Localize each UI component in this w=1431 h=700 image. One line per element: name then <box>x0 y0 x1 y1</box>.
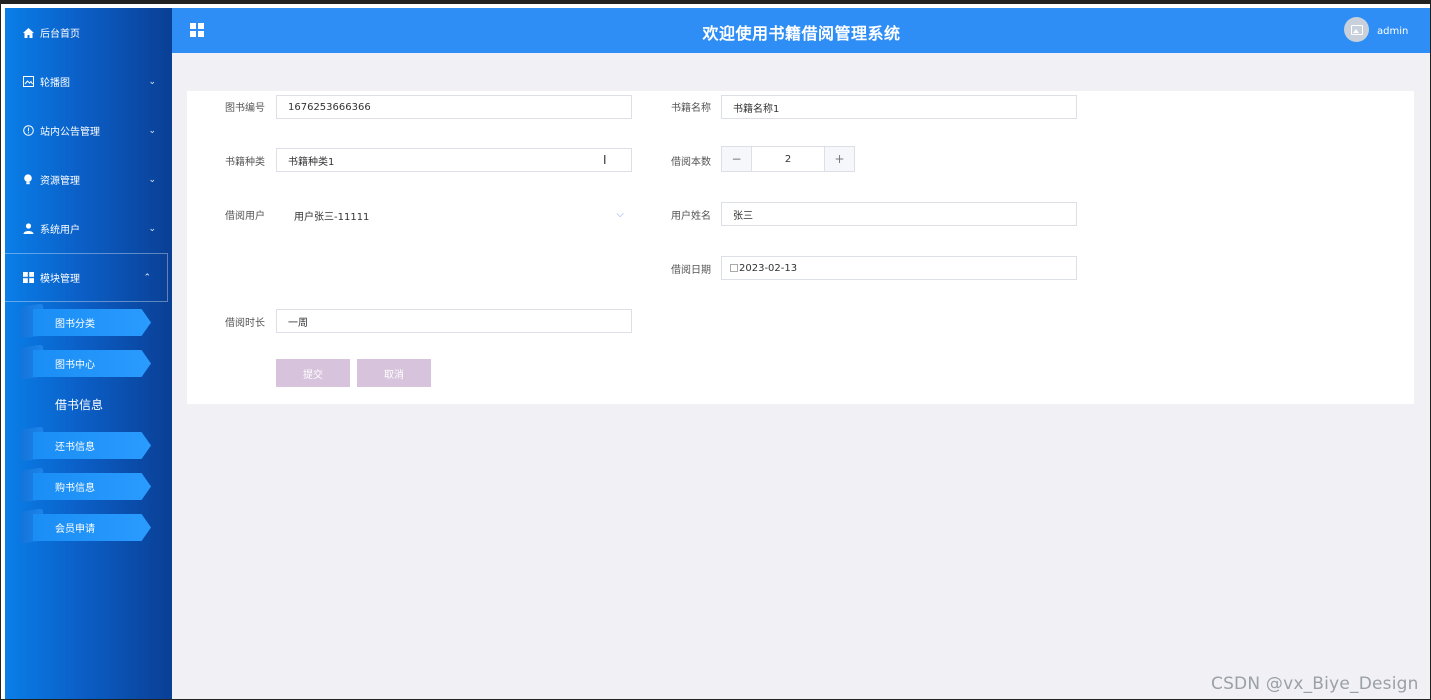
avatar[interactable] <box>1344 17 1369 42</box>
watermark: CSDN @vx_Biye_Design <box>1211 674 1419 694</box>
submenu-item-return-info[interactable]: 还书信息 <box>5 425 172 466</box>
sidebar-item-users[interactable]: 系统用户 ⌄ <box>5 204 172 253</box>
label-borrow-count: 借阅本数 <box>671 157 711 168</box>
sidebar-submenu: 图书分类 图书中心 借书信息 还书信息 购书信息 会员申请 <box>5 302 172 548</box>
sidebar-item-notice[interactable]: 站内公告管理 ⌄ <box>5 106 172 155</box>
chevron-down-icon: ⌵ <box>616 209 624 220</box>
sidebar-item-label: 轮播图 <box>40 78 70 89</box>
user-icon <box>21 222 35 236</box>
decrement-button[interactable]: − <box>722 147 752 171</box>
grid-icon <box>21 271 35 285</box>
increment-button[interactable]: + <box>824 147 854 171</box>
sidebar-item-home[interactable]: 后台首页 <box>5 8 172 57</box>
sidebar: 后台首页 轮播图 ⌄ 站内公告管理 ⌄ 资源管理 ⌄ 系统用户 ⌄ 模块管理 ⌃… <box>5 8 172 699</box>
borrow-duration-input[interactable]: 一周 <box>276 309 632 333</box>
borrow-user-selected: 用户张三-11111 <box>294 211 370 223</box>
app-frame: 后台首页 轮播图 ⌄ 站内公告管理 ⌄ 资源管理 ⌄ 系统用户 ⌄ 模块管理 ⌃… <box>0 0 1431 700</box>
image-placeholder-icon <box>1350 24 1363 35</box>
borrow-date-value: 2023-02-13 <box>739 262 798 274</box>
image-icon <box>21 75 35 89</box>
sidebar-item-label: 后台首页 <box>40 29 80 40</box>
top-header: 欢迎使用书籍借阅管理系统 admin <box>172 8 1430 53</box>
sidebar-item-carousel[interactable]: 轮播图 ⌄ <box>5 57 172 106</box>
label-borrow-date: 借阅日期 <box>671 265 711 276</box>
borrow-date-input[interactable]: 2023-02-13 <box>721 256 1077 280</box>
main-content: 图书编号 1676253666366 书籍名称 书籍名称1 书籍种类 书籍种类1… <box>172 53 1430 699</box>
sidebar-item-label: 系统用户 <box>40 225 80 236</box>
borrow-count-value[interactable]: 2 <box>752 147 824 171</box>
sidebar-item-resources[interactable]: 资源管理 ⌄ <box>5 155 172 204</box>
submenu-item-label: 借书信息 <box>55 398 104 412</box>
borrow-count-stepper[interactable]: − 2 + <box>721 146 855 172</box>
book-no-input[interactable]: 1676253666366 <box>276 95 632 119</box>
label-book-type: 书籍种类 <box>225 157 265 168</box>
user-name-input[interactable]: 张三 <box>721 202 1077 226</box>
borrow-user-select[interactable]: 用户张三-11111 ⌵ <box>276 203 632 227</box>
label-user-name: 用户姓名 <box>671 211 711 222</box>
submenu-item-member-apply[interactable]: 会员申请 <box>5 507 172 548</box>
chevron-down-icon: ⌄ <box>148 125 156 136</box>
submenu-item-label: 图书中心 <box>55 360 95 371</box>
sidebar-item-label: 站内公告管理 <box>40 127 100 138</box>
label-borrow-duration: 借阅时长 <box>225 318 265 329</box>
submenu-item-book-category[interactable]: 图书分类 <box>5 302 172 343</box>
submenu-item-book-center[interactable]: 图书中心 <box>5 343 172 384</box>
sidebar-item-label: 模块管理 <box>40 274 80 285</box>
text-cursor-icon: I <box>603 153 607 167</box>
submenu-item-label: 还书信息 <box>55 442 95 453</box>
book-type-input[interactable]: 书籍种类1 <box>276 148 632 172</box>
sidebar-item-label: 资源管理 <box>40 176 80 187</box>
sidebar-item-modules[interactable]: 模块管理 ⌃ <box>5 253 168 302</box>
label-book-no: 图书编号 <box>225 103 265 114</box>
submenu-item-borrow-info[interactable]: 借书信息 <box>5 384 172 425</box>
username[interactable]: admin <box>1377 26 1408 37</box>
chevron-down-icon: ⌄ <box>148 174 156 185</box>
home-icon <box>21 26 35 40</box>
cancel-button[interactable]: 取消 <box>357 359 431 387</box>
submenu-item-label: 图书分类 <box>55 319 95 330</box>
label-borrow-user: 借阅用户 <box>225 211 265 222</box>
submenu-item-label: 购书信息 <box>55 483 95 494</box>
submit-button[interactable]: 提交 <box>276 359 350 387</box>
submenu-item-purchase-info[interactable]: 购书信息 <box>5 466 172 507</box>
borrow-form: 图书编号 1676253666366 书籍名称 书籍名称1 书籍种类 书籍种类1… <box>187 91 1414 404</box>
info-circle-icon <box>21 124 35 138</box>
calendar-icon <box>730 264 738 272</box>
app-title: 欢迎使用书籍借阅管理系统 <box>702 24 901 43</box>
book-name-input[interactable]: 书籍名称1 <box>721 95 1077 119</box>
chevron-up-icon: ⌃ <box>143 272 151 283</box>
bulb-icon <box>21 173 35 187</box>
label-book-name: 书籍名称 <box>671 103 711 114</box>
chevron-down-icon: ⌄ <box>148 223 156 234</box>
submenu-item-label: 会员申请 <box>55 524 95 535</box>
chevron-down-icon: ⌄ <box>148 76 156 87</box>
